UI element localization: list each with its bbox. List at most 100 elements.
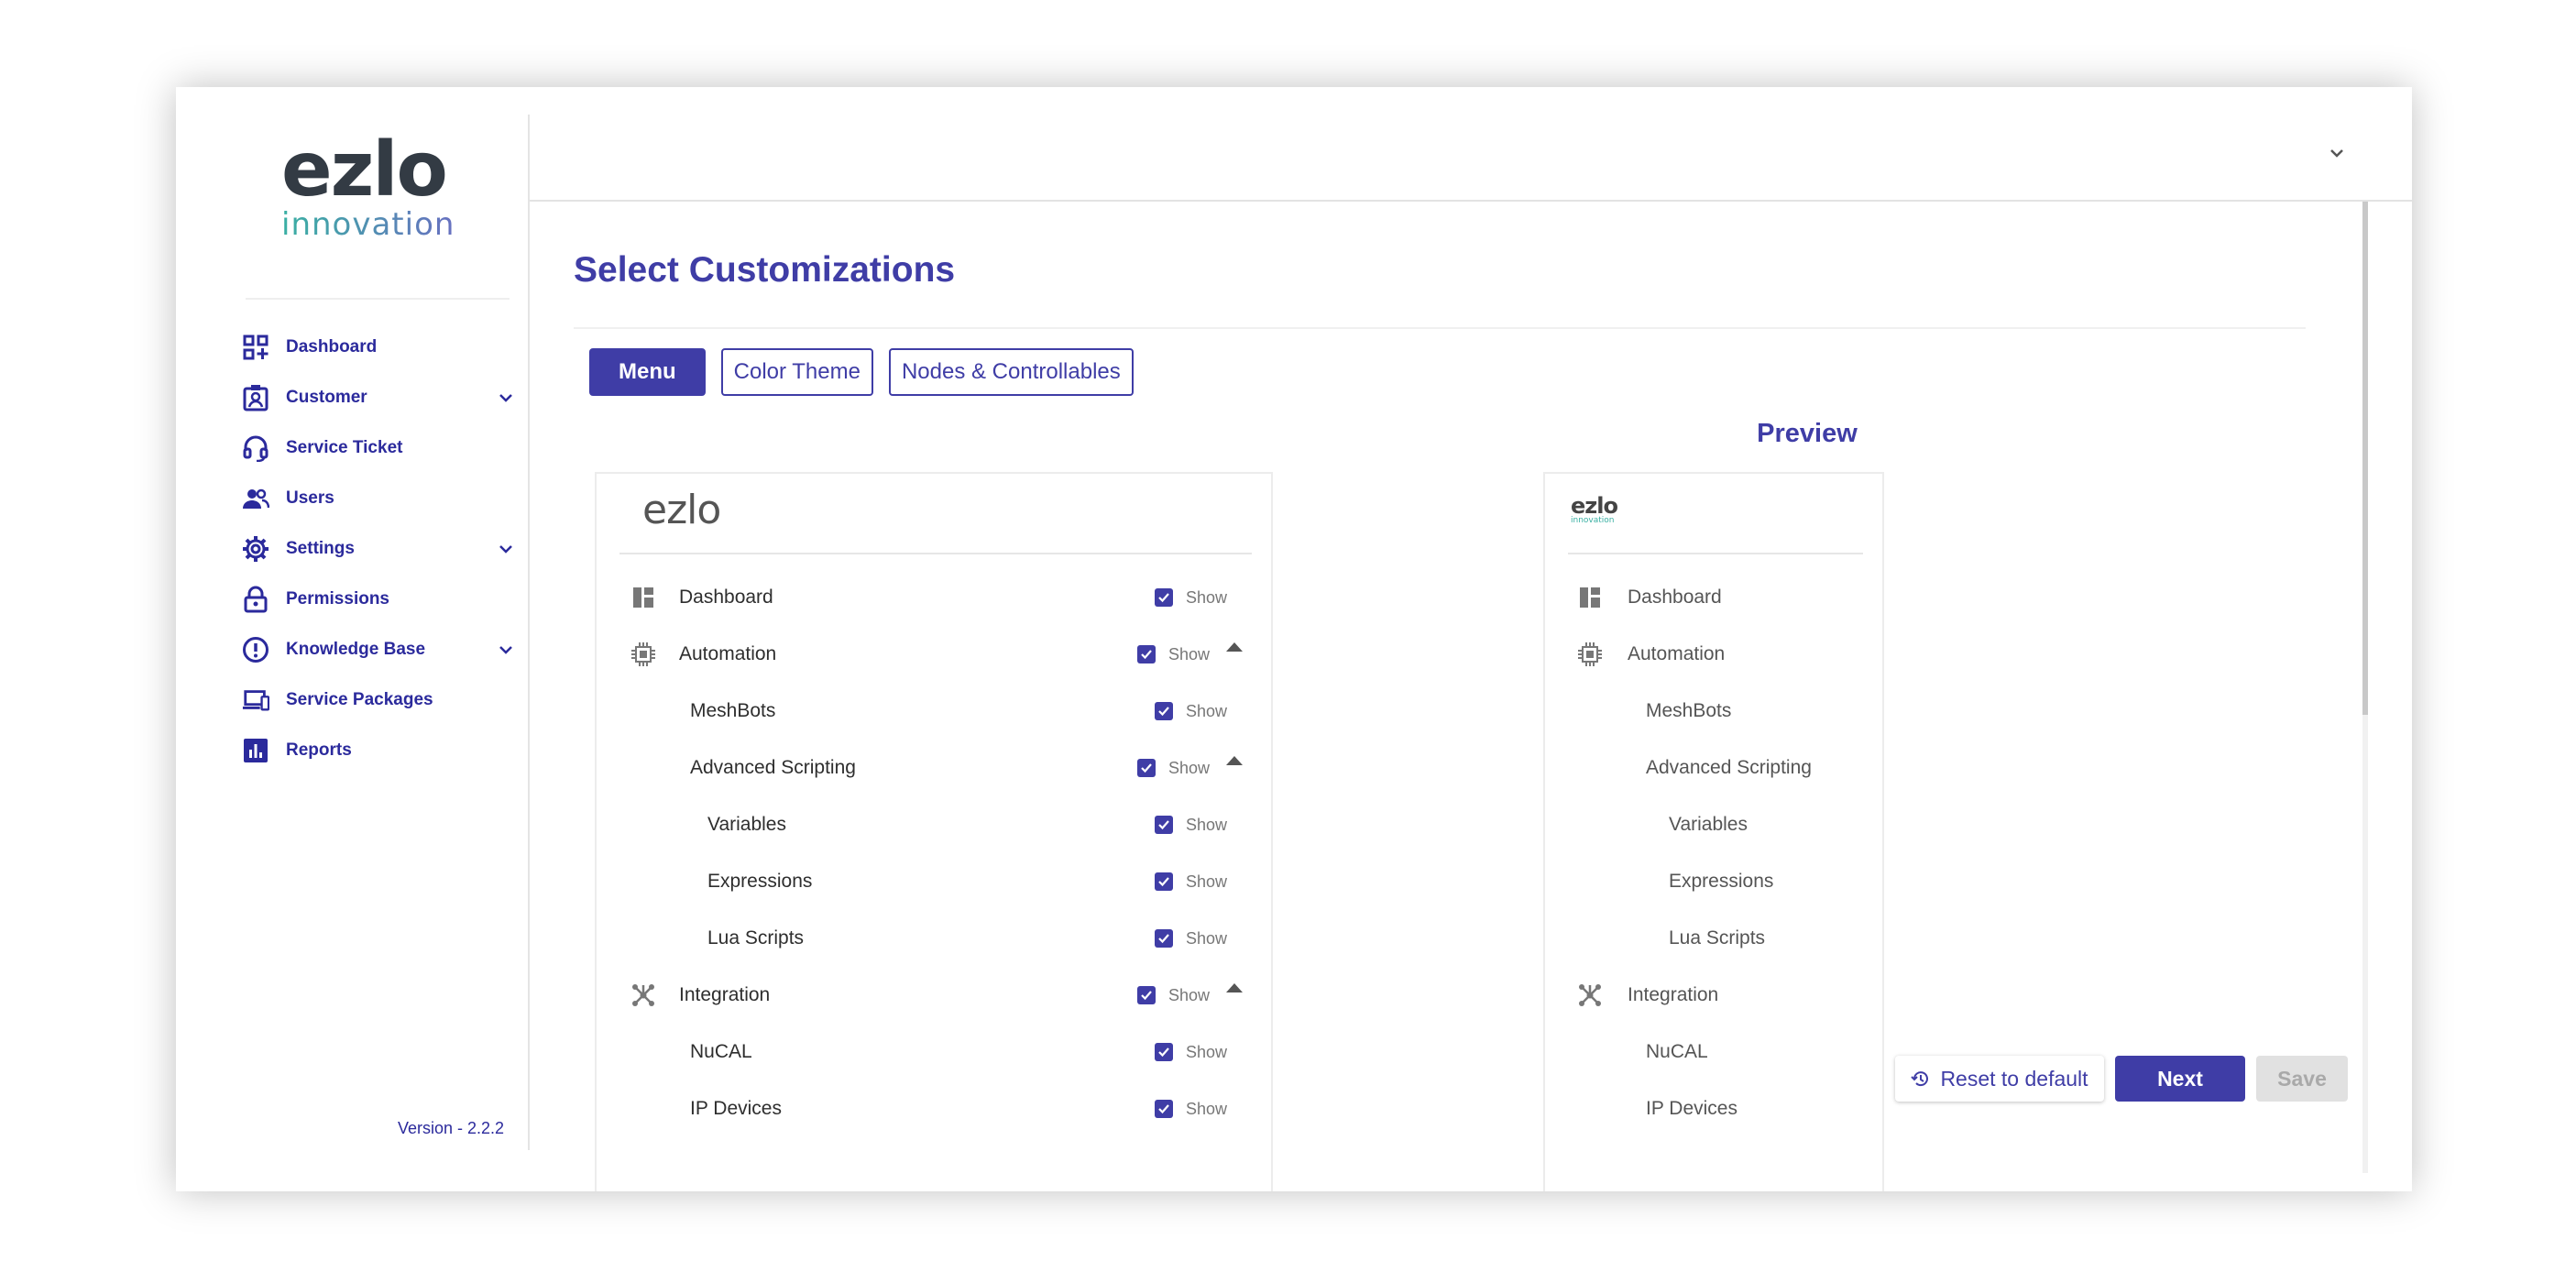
preview-item-label: Advanced Scripting [1646, 757, 1812, 778]
chip-icon [630, 641, 657, 668]
sidebar-nav: Dashboard Customer Service Ticket Users … [242, 322, 517, 775]
sidebar-item-label: Dashboard [286, 336, 378, 356]
lock-icon [242, 586, 269, 613]
history-icon [1911, 1071, 1929, 1087]
show-checkbox[interactable] [1155, 872, 1173, 891]
reset-to-default-button[interactable]: Reset to default [1895, 1056, 2104, 1102]
headset-icon [242, 434, 269, 462]
show-checkbox[interactable] [1155, 929, 1173, 948]
sidebar-divider [528, 115, 530, 1150]
gear-icon [242, 535, 269, 563]
dashboard-icon [242, 334, 269, 361]
ezlo-logo: ezlo innovation [281, 126, 465, 242]
menu-item-label: Integration [679, 984, 771, 1005]
sidebar-item-knowledge-base[interactable]: Knowledge Base [242, 624, 517, 674]
menu-item-label: Variables [707, 814, 786, 835]
sidebar-item-permissions[interactable]: Permissions [242, 574, 517, 624]
sidebar-item-dashboard[interactable]: Dashboard [242, 322, 517, 372]
title-divider [574, 327, 2306, 329]
chevron-down-icon[interactable] [495, 639, 517, 661]
info-icon [242, 636, 269, 663]
show-checkbox[interactable] [1137, 645, 1156, 663]
collapse-caret-icon[interactable] [1226, 983, 1243, 992]
tab-menu[interactable]: Menu [589, 348, 706, 396]
devices-icon [242, 686, 269, 714]
collapse-caret-icon[interactable] [1226, 642, 1243, 652]
panel-logo-divider [619, 553, 1252, 554]
tab-color-theme[interactable]: Color Theme [720, 348, 873, 396]
menu-item-label: IP Devices [690, 1098, 782, 1119]
preview-item-label: Expressions [1669, 871, 1774, 892]
menu-item-label: MeshBots [690, 700, 776, 721]
show-label: Show [1186, 1100, 1228, 1118]
sidebar-item-label: Settings [286, 538, 355, 558]
panel-logo: ezlo [642, 487, 721, 533]
show-checkbox[interactable] [1155, 702, 1173, 720]
customization-tabs: Menu Color Theme Nodes & Controllables [589, 348, 1134, 396]
preview-item-label: MeshBots [1646, 700, 1732, 721]
preview-logo-text: ezlo [1571, 493, 1618, 519]
menu-item-label: NuCAL [690, 1041, 752, 1062]
sidebar-item-customer[interactable]: Customer [242, 372, 517, 422]
preview-logo: ezlo innovation [1571, 493, 1618, 525]
sidebar-item-service-packages[interactable]: Service Packages [242, 674, 517, 725]
reset-button-label: Reset to default [1940, 1066, 2088, 1091]
dashboard-icon [1576, 584, 1604, 611]
collapse-caret-icon[interactable] [1226, 756, 1243, 765]
next-button[interactable]: Next [2115, 1056, 2245, 1102]
show-label: Show [1186, 588, 1228, 607]
save-button[interactable]: Save [2256, 1056, 2348, 1102]
sidebar-item-service-ticket[interactable]: Service Ticket [242, 422, 517, 473]
preview-item-label: NuCAL [1646, 1041, 1708, 1062]
sidebar-item-label: Service Ticket [286, 437, 403, 457]
sidebar-item-label: Users [286, 488, 334, 508]
show-checkbox[interactable] [1137, 759, 1156, 777]
show-label: Show [1168, 986, 1211, 1004]
sidebar-item-reports[interactable]: Reports [242, 725, 517, 775]
show-checkbox[interactable] [1137, 986, 1156, 1004]
preview-item-label: IP Devices [1646, 1098, 1737, 1119]
scrollbar-thumb[interactable] [2362, 202, 2368, 715]
show-checkbox[interactable] [1155, 1043, 1173, 1061]
menu-item-label: Lua Scripts [707, 927, 805, 949]
show-label: Show [1186, 816, 1228, 834]
logo-text: ezlo [281, 126, 448, 214]
sidebar-item-users[interactable]: Users [242, 473, 517, 523]
page-title: Select Customizations [574, 250, 956, 290]
panel-logo-divider [1568, 553, 1863, 554]
logo-subtext: innovation [281, 208, 465, 241]
menu-item-label: Dashboard [679, 587, 773, 608]
logo-divider [246, 298, 510, 300]
dashboard-icon [630, 584, 657, 611]
chevron-down-icon[interactable] [2326, 142, 2348, 164]
show-label: Show [1186, 872, 1228, 891]
show-checkbox[interactable] [1155, 1100, 1173, 1118]
menu-preview-panel: ezlo innovation Dashboard Automation Mes… [1543, 472, 1884, 1191]
preview-item-label: Automation [1628, 643, 1726, 664]
preview-item-label: Integration [1628, 984, 1719, 1005]
sidebar-item-settings[interactable]: Settings [242, 523, 517, 574]
top-bar [530, 87, 2412, 202]
show-checkbox[interactable] [1155, 588, 1173, 607]
show-label: Show [1168, 759, 1211, 777]
menu-item-label: Advanced Scripting [690, 757, 856, 778]
version-label: Version - 2.2.2 [398, 1119, 505, 1137]
integration-icon [630, 981, 657, 1009]
app-window: ezlo innovation Dashboard Customer Servi… [176, 87, 2412, 1191]
sidebar-item-label: Customer [286, 387, 367, 407]
chip-icon [1576, 641, 1604, 668]
users-icon [242, 485, 269, 512]
preview-item-label: Dashboard [1628, 587, 1722, 608]
sidebar-item-label: Service Packages [286, 689, 433, 709]
show-label: Show [1186, 1043, 1228, 1061]
show-label: Show [1186, 702, 1228, 720]
chevron-down-icon[interactable] [495, 387, 517, 409]
tab-nodes-controllables[interactable]: Nodes & Controllables [888, 348, 1134, 396]
customer-icon [242, 384, 269, 411]
chevron-down-icon[interactable] [495, 538, 517, 560]
sidebar-item-label: Reports [286, 740, 352, 760]
menu-item-label: Automation [679, 643, 777, 664]
show-checkbox[interactable] [1155, 816, 1173, 834]
preview-logo-subtext: innovation [1571, 516, 1615, 525]
sidebar-item-label: Knowledge Base [286, 639, 426, 659]
